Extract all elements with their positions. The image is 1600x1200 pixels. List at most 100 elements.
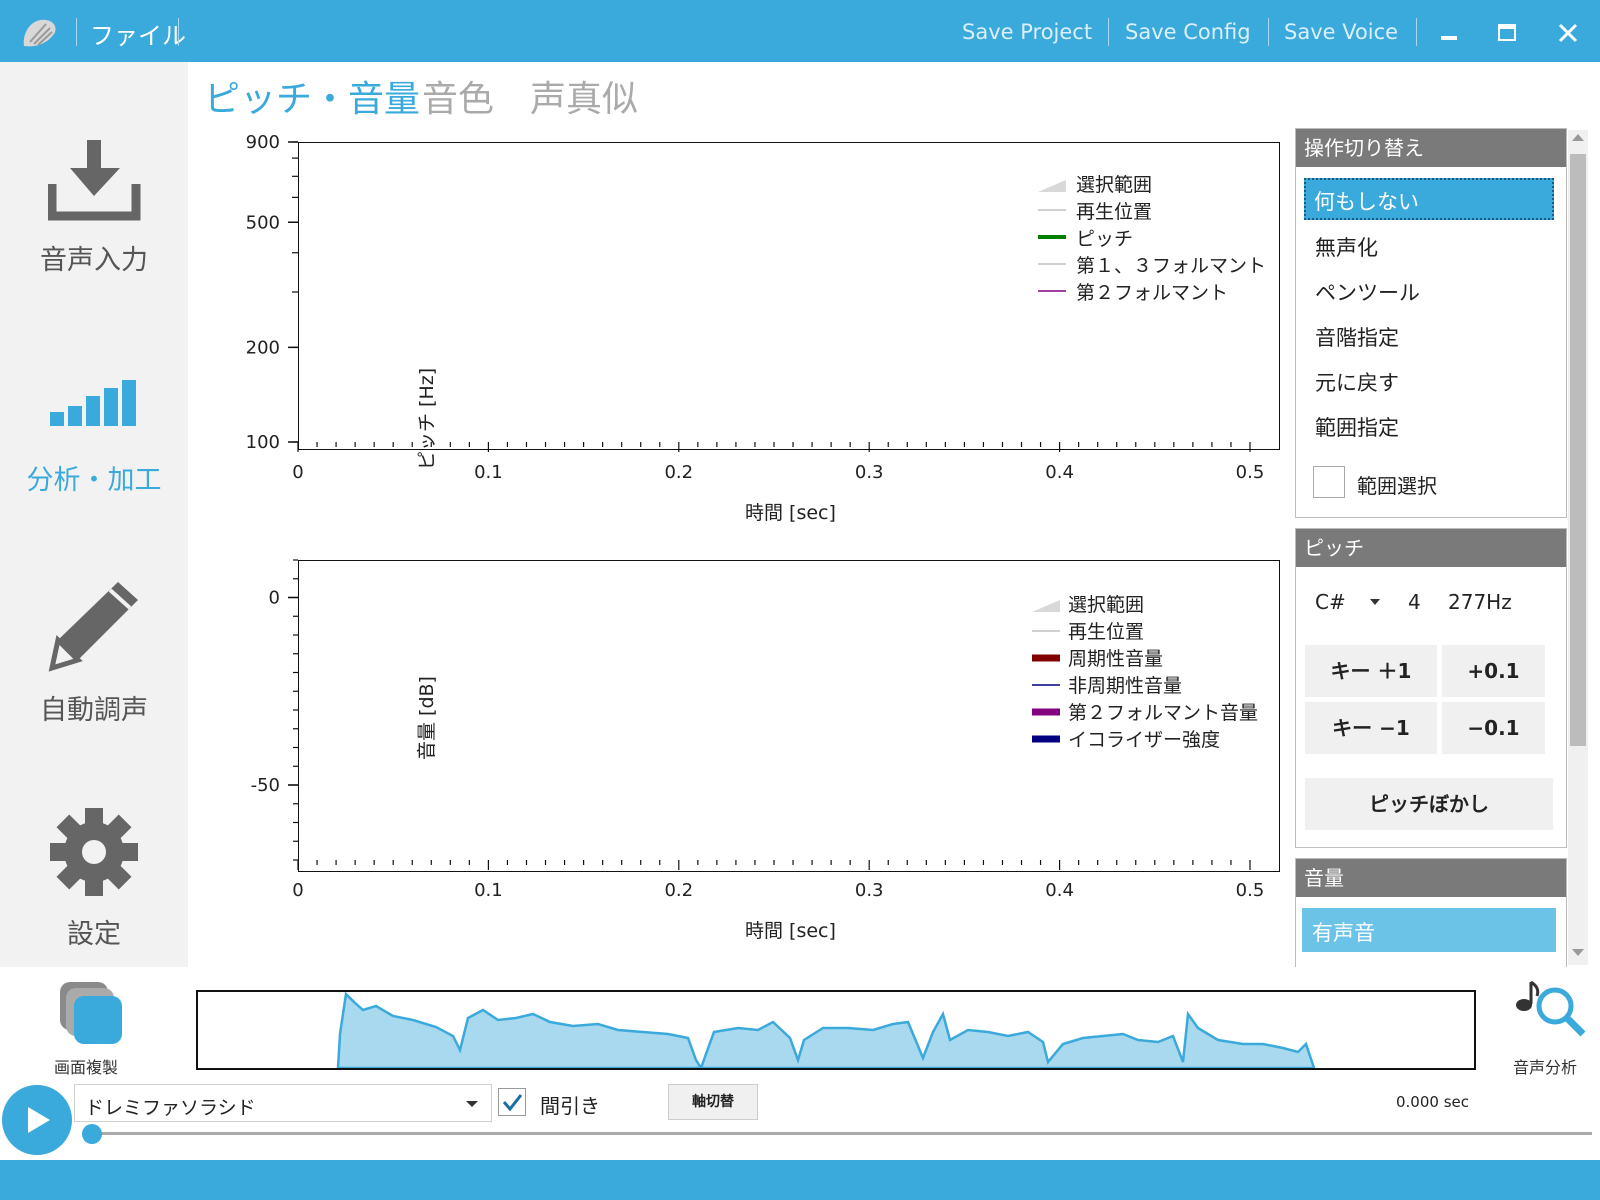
pitch-chart[interactable]: 0 0.1 0.2 0.3 0.4 0.5 900 500 200 100 ピッチ [Hz] 時間… xyxy=(190,130,1290,530)
op-item-selected[interactable]: 何もしない xyxy=(1304,178,1554,220)
fine-down-button[interactable]: −0.1 xyxy=(1442,702,1545,754)
x-tick-label: 0 xyxy=(292,880,303,901)
music-search-icon xyxy=(1516,980,1586,1037)
signal-bars-icon xyxy=(50,380,136,426)
legend-swatch xyxy=(1032,654,1060,662)
x-tick-label: 0.1 xyxy=(474,462,503,483)
op-item-range[interactable]: 範囲指定 xyxy=(1315,412,1399,442)
seek-thumb[interactable] xyxy=(82,1124,102,1144)
legend-swatch xyxy=(1038,209,1066,211)
tab-pitch-volume[interactable]: ピッチ・音量 xyxy=(204,70,420,122)
legend-swatch xyxy=(1038,235,1066,239)
legend-entry: ピッチ xyxy=(1076,228,1134,250)
x-tick-label: 0.4 xyxy=(1045,880,1074,901)
x-tick-label: 0.3 xyxy=(855,880,884,901)
title-separator xyxy=(1268,18,1269,46)
save-config-button[interactable]: Save Config xyxy=(1125,20,1251,44)
screen-copy-label: 画面複製 xyxy=(54,1058,119,1077)
audio-analysis-button[interactable]: 音声分析 xyxy=(1505,980,1595,1077)
volume-item-selected[interactable]: 有声音 xyxy=(1302,908,1556,952)
panel-scrollbar[interactable] xyxy=(1568,130,1588,965)
key-down-button[interactable]: キー −1 xyxy=(1305,702,1437,754)
title-separator xyxy=(1108,18,1109,46)
nav-item-settings[interactable]: 設定 xyxy=(0,800,188,950)
range-select-checkbox[interactable] xyxy=(1313,466,1345,498)
legend-entry: 再生位置 xyxy=(1076,201,1153,223)
x-tick-label: 0.2 xyxy=(664,880,693,901)
maximize-icon[interactable] xyxy=(1496,22,1518,44)
tab-timbre[interactable]: 音色 xyxy=(422,70,494,122)
chevron-down-icon xyxy=(466,1101,478,1107)
x-tick-label: 0 xyxy=(292,462,303,483)
scroll-up-icon[interactable] xyxy=(1571,132,1585,142)
x-tick-label: 0.5 xyxy=(1236,462,1265,483)
op-item-scale[interactable]: 音階指定 xyxy=(1315,322,1399,352)
save-project-button[interactable]: Save Project xyxy=(962,20,1092,44)
x-tick-label: 0.5 xyxy=(1236,880,1265,901)
legend-entry: 第２フォルマント音量 xyxy=(1068,702,1259,724)
legend-swatch xyxy=(1032,600,1060,612)
panel-header: ピッチ xyxy=(1296,529,1566,567)
close-icon[interactable] xyxy=(1556,21,1580,45)
op-item-unvoice[interactable]: 無声化 xyxy=(1315,232,1378,262)
pitch-blur-button[interactable]: ピッチぼかし xyxy=(1305,778,1553,830)
y-tick-label: 0 xyxy=(269,588,280,609)
y-tick-label: 200 xyxy=(246,337,280,358)
x-tick-label: 0.1 xyxy=(474,880,503,901)
file-menu[interactable]: ファイル xyxy=(90,16,186,51)
minimize-icon[interactable] xyxy=(1438,22,1460,44)
y-axis-label: ピッチ [Hz] xyxy=(416,367,438,470)
legend-entry: 再生位置 xyxy=(1068,621,1145,643)
axis-switch-button[interactable]: 軸切替 xyxy=(668,1084,758,1120)
legend-entry: 選択範囲 xyxy=(1076,174,1153,196)
op-item-pen-tool[interactable]: ペンツール xyxy=(1315,277,1420,307)
op-item-undo[interactable]: 元に戻す xyxy=(1315,367,1399,397)
volume-item-label: 有声音 xyxy=(1312,921,1375,945)
nav-label: 自動調声 xyxy=(40,695,148,726)
seek-track[interactable] xyxy=(92,1132,1592,1135)
volume-legend: 選択範囲 再生位置 周期性音量 非周期性音量 第２フォルマント音量 イコライザー… xyxy=(1030,590,1280,760)
status-bar xyxy=(0,1160,1600,1200)
nav-item-audio-input[interactable]: 音声入力 xyxy=(0,130,188,280)
screen-copy-button[interactable]: 画面複製 xyxy=(50,980,140,1077)
x-tick-label: 0.4 xyxy=(1045,462,1074,483)
chevron-down-icon[interactable] xyxy=(1368,596,1382,608)
title-bar: ファイル Save Project Save Config Save Voice xyxy=(0,0,1600,62)
range-select-label: 範囲選択 xyxy=(1357,474,1437,498)
nav-item-analysis[interactable]: 分析・加工 xyxy=(0,372,188,512)
y-tick-label: 100 xyxy=(246,432,280,453)
y-tick-label: 900 xyxy=(246,132,280,153)
panel-header: 操作切り替え xyxy=(1296,129,1566,167)
volume-chart[interactable]: 0 0.1 0.2 0.3 0.4 0.5 0 -50 音量 [dB] 時間 [sec] 選択… xyxy=(190,540,1290,942)
frequency-value: 277Hz xyxy=(1448,590,1512,614)
app-logo-icon xyxy=(23,19,56,47)
x-axis-label: 時間 [sec] xyxy=(745,502,836,524)
scroll-down-icon[interactable] xyxy=(1571,948,1585,958)
nav-label: 分析・加工 xyxy=(26,465,162,496)
save-voice-button[interactable]: Save Voice xyxy=(1284,20,1398,44)
nav-label: 音声入力 xyxy=(40,245,148,276)
pitch-legend: 選択範囲 再生位置 ピッチ 第１、３フォルマント 第２フォルマント xyxy=(1036,170,1276,310)
play-button[interactable] xyxy=(2,1085,72,1155)
fine-up-button[interactable]: +0.1 xyxy=(1442,645,1545,697)
legend-swatch xyxy=(1032,708,1060,716)
legend-swatch xyxy=(1032,630,1060,632)
nav-label: 設定 xyxy=(67,919,121,950)
key-up-button[interactable]: キー ＋1 xyxy=(1305,645,1437,697)
y-axis-label: 音量 [dB] xyxy=(416,676,438,760)
legend-entry: イコライザー強度 xyxy=(1068,729,1221,751)
scrollbar-thumb[interactable] xyxy=(1570,154,1586,746)
waveform-envelope xyxy=(336,992,1316,1068)
legend-entry: 第２フォルマント xyxy=(1076,282,1229,304)
legend-swatch xyxy=(1038,290,1066,292)
note-select[interactable]: C# xyxy=(1315,590,1346,614)
title-separator xyxy=(178,18,179,46)
legend-swatch xyxy=(1032,684,1060,686)
legend-entry: 第１、３フォルマント xyxy=(1076,255,1267,277)
legend-swatch xyxy=(1038,263,1066,265)
preset-dropdown[interactable]: ドレミファソラシド xyxy=(74,1084,492,1122)
tab-voice-mimic[interactable]: 声真似 xyxy=(530,70,638,122)
waveform-overview[interactable] xyxy=(196,990,1476,1070)
thinning-checkbox[interactable] xyxy=(498,1088,526,1116)
nav-item-auto-tune[interactable]: 自動調声 xyxy=(0,578,188,728)
